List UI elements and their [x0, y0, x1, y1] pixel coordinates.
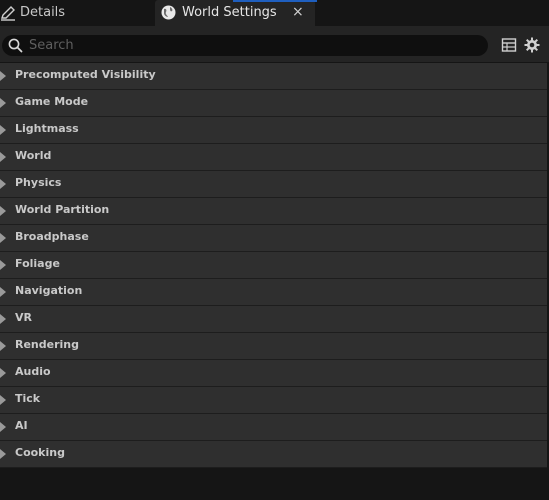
category-row[interactable]: Navigation [0, 279, 547, 306]
details-toolbar [0, 26, 549, 62]
expand-arrow-icon[interactable] [0, 449, 6, 459]
tab-world-settings-label: World Settings [182, 5, 277, 20]
expand-arrow-icon[interactable] [0, 287, 6, 297]
world-settings-panel: Details World Settings × Search Precompu… [0, 0, 549, 500]
globe-icon [161, 5, 176, 20]
category-label: Precomputed Visibility [15, 68, 156, 81]
close-tab-icon[interactable]: × [292, 4, 304, 20]
expand-arrow-icon[interactable] [0, 368, 6, 378]
expand-arrow-icon[interactable] [0, 341, 6, 351]
category-label: VR [15, 311, 32, 324]
expand-arrow-icon[interactable] [0, 314, 6, 324]
search-input[interactable] [29, 36, 469, 54]
expand-arrow-icon[interactable] [0, 125, 6, 135]
expand-arrow-icon[interactable] [0, 206, 6, 216]
category-label: Physics [15, 176, 62, 189]
table-view-icon[interactable] [501, 37, 517, 53]
category-row[interactable]: Lightmass [0, 117, 547, 144]
category-row[interactable]: Rendering [0, 333, 547, 360]
category-label: Cooking [15, 446, 65, 459]
category-label: World Partition [15, 203, 110, 216]
category-label: World [15, 149, 52, 162]
category-label: Rendering [15, 338, 79, 351]
expand-arrow-icon[interactable] [0, 152, 6, 162]
tab-details[interactable]: Details [0, 0, 150, 26]
category-row[interactable]: AI [0, 414, 547, 441]
tab-world-settings[interactable]: World Settings × [155, 0, 317, 26]
expand-arrow-icon[interactable] [0, 98, 6, 108]
category-row[interactable]: World [0, 144, 547, 171]
category-row[interactable]: VR [0, 306, 547, 333]
category-label: Broadphase [15, 230, 89, 243]
pencil-icon [0, 5, 16, 21]
category-label: AI [15, 419, 28, 432]
search-box[interactable] [2, 35, 488, 56]
category-row[interactable]: Precomputed Visibility [0, 63, 547, 90]
expand-arrow-icon[interactable] [0, 179, 6, 189]
category-label: Tick [15, 392, 41, 405]
category-label: Lightmass [15, 122, 79, 135]
category-row[interactable]: Broadphase [0, 225, 547, 252]
expand-arrow-icon[interactable] [0, 422, 6, 432]
expand-arrow-icon[interactable] [0, 233, 6, 243]
category-label: Navigation [15, 284, 83, 297]
tab-bar: Details World Settings × [0, 0, 549, 26]
search-icon [8, 38, 23, 53]
category-row[interactable]: Foliage [0, 252, 547, 279]
category-label: Audio [15, 365, 51, 378]
category-row[interactable]: World Partition [0, 198, 547, 225]
category-row[interactable]: Game Mode [0, 90, 547, 117]
expand-arrow-icon[interactable] [0, 71, 6, 81]
category-row[interactable]: Physics [0, 171, 547, 198]
expand-arrow-icon[interactable] [0, 395, 6, 405]
category-label: Foliage [15, 257, 60, 270]
category-row[interactable]: Tick [0, 387, 547, 414]
category-label: Game Mode [15, 95, 89, 108]
tab-details-label: Details [20, 5, 66, 20]
category-row[interactable]: Cooking [0, 441, 547, 468]
expand-arrow-icon[interactable] [0, 260, 6, 270]
category-list: Precomputed Visibility Game Mode Lightmass… [0, 63, 547, 468]
category-row[interactable]: Audio [0, 360, 547, 387]
gear-icon[interactable] [524, 37, 540, 53]
